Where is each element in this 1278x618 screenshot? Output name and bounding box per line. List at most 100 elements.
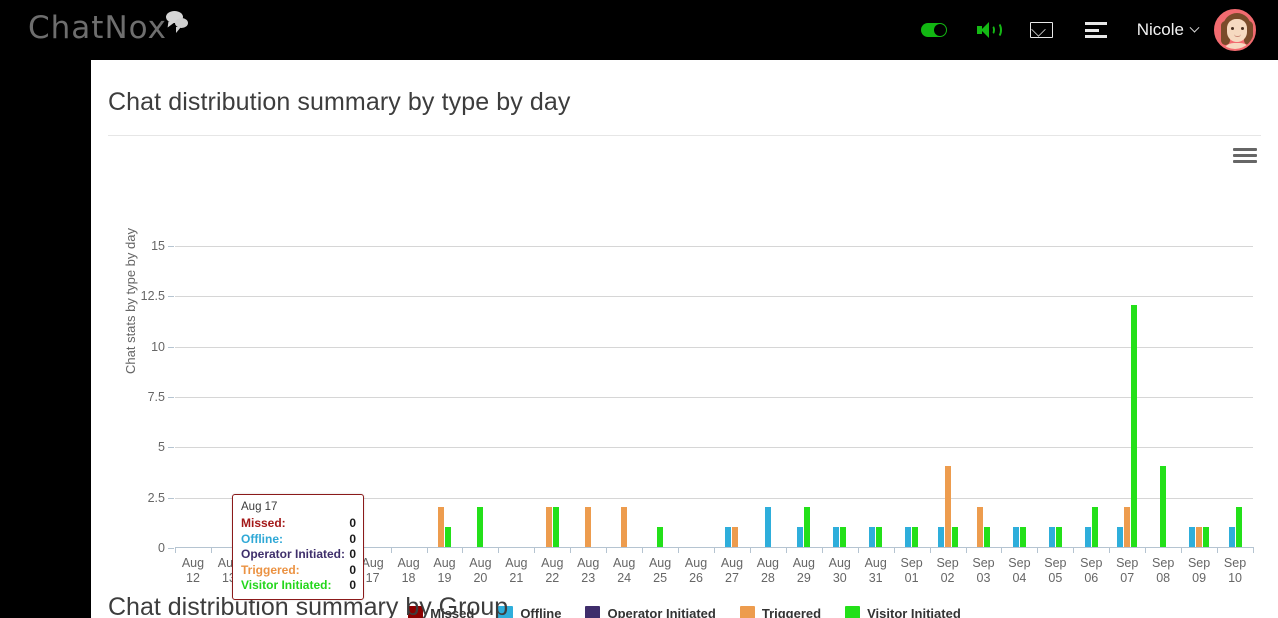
chart-bar[interactable] [983, 526, 990, 547]
chart-bar[interactable] [621, 506, 628, 547]
chart-column[interactable] [391, 246, 427, 547]
chart-bar[interactable] [1084, 526, 1091, 547]
tooltip-series-label: Visitor Initiated: [241, 578, 332, 593]
x-axis-tick-label: Sep 02 [936, 556, 958, 586]
x-axis-tick-label: Sep 07 [1116, 556, 1138, 586]
x-label-month: Aug [181, 556, 205, 570]
user-menu[interactable]: Nicole [1123, 20, 1206, 40]
chart-column[interactable] [822, 246, 858, 547]
chart-bar[interactable] [732, 526, 739, 547]
x-label-day: 21 [509, 571, 524, 585]
x-label-month: Aug [469, 556, 492, 570]
x-label-month: Aug [433, 556, 456, 570]
chart-bar[interactable] [1160, 466, 1167, 547]
chart-bar[interactable] [725, 526, 732, 547]
legend-item[interactable]: Operator Initiated [585, 606, 716, 618]
chart-bar[interactable] [1091, 506, 1098, 547]
brand-logo[interactable]: ChatNox [28, 8, 191, 52]
chart-bar[interactable] [1055, 526, 1062, 547]
chat-bubbles-icon [165, 10, 191, 40]
chart-bar[interactable] [869, 526, 876, 547]
chart-column[interactable] [1073, 246, 1109, 547]
chart-bar[interactable] [552, 506, 559, 547]
availability-toggle[interactable] [907, 0, 961, 60]
chart-bar[interactable] [944, 466, 951, 547]
chart-column[interactable] [1109, 246, 1145, 547]
chart-bar[interactable] [840, 526, 847, 547]
chart-column[interactable] [1217, 246, 1253, 547]
chart-bar[interactable] [1131, 305, 1138, 547]
chart-bar[interactable] [1019, 526, 1026, 547]
chart-bar[interactable] [1117, 526, 1124, 547]
tooltip-row: Missed: 0 [241, 516, 356, 531]
x-axis-tick [821, 547, 823, 553]
messages-button[interactable] [1015, 0, 1069, 60]
chart-column[interactable] [966, 246, 1002, 547]
chart-bar[interactable] [477, 506, 484, 547]
x-axis-tick-label: Sep 03 [972, 556, 994, 586]
chart-column[interactable] [1181, 246, 1217, 547]
chart-column[interactable] [175, 246, 211, 547]
tooltip-row: Visitor Initiated: 0 [241, 578, 356, 593]
x-axis-tick [749, 547, 751, 553]
x-axis-tick-label: Sep 05 [1044, 556, 1066, 586]
chart-bar[interactable] [1228, 526, 1235, 547]
chart-column[interactable] [714, 246, 750, 547]
chart-column[interactable] [1145, 246, 1181, 547]
chart-bar[interactable] [804, 506, 811, 547]
x-axis-tick-label: Aug 18 [397, 556, 419, 586]
x-axis-tick-label: Aug 21 [505, 556, 527, 586]
chart-bar[interactable] [1196, 526, 1203, 547]
chart-bar[interactable] [585, 506, 592, 547]
chart-bar[interactable] [912, 526, 919, 547]
chart-bar[interactable] [657, 526, 664, 547]
chart-bar[interactable] [764, 506, 771, 547]
chart-column[interactable] [606, 246, 642, 547]
x-axis-tick-label: Sep 10 [1224, 556, 1246, 586]
legend-label: Visitor Initiated [867, 606, 961, 618]
y-axis-tick-label: 7.5 [147, 390, 165, 404]
x-label-month: Sep [1044, 556, 1067, 570]
chart-column[interactable] [498, 246, 534, 547]
chart-bar[interactable] [1012, 526, 1019, 547]
x-axis-tick [857, 547, 859, 553]
chart-bar[interactable] [905, 526, 912, 547]
hamburger-menu-icon[interactable] [1232, 144, 1258, 166]
chart-bar[interactable] [976, 506, 983, 547]
chart-column[interactable] [858, 246, 894, 547]
chart-column[interactable] [894, 246, 930, 547]
chart-bar[interactable] [876, 526, 883, 547]
chart-column[interactable] [786, 246, 822, 547]
chart-bar[interactable] [1124, 506, 1131, 547]
chart-bar[interactable] [1189, 526, 1196, 547]
chart-column[interactable] [750, 246, 786, 547]
chart-column[interactable] [1037, 246, 1073, 547]
chart-column[interactable] [534, 246, 570, 547]
legend-item[interactable]: Triggered [739, 606, 821, 618]
legend-item[interactable]: Visitor Initiated [845, 606, 961, 618]
chart-bar[interactable] [437, 506, 444, 547]
chart-column[interactable] [570, 246, 606, 547]
y-axis-tick-label: 15 [151, 239, 165, 253]
activity-list-button[interactable] [1069, 0, 1123, 60]
avatar[interactable] [1214, 9, 1256, 51]
x-axis-tick [606, 547, 608, 553]
chart-bar[interactable] [1235, 506, 1242, 547]
top-navigation-bar: ChatNox Nicole [0, 0, 1278, 60]
chart-bar[interactable] [545, 506, 552, 547]
chart-bar[interactable] [797, 526, 804, 547]
chart-bar[interactable] [1203, 526, 1210, 547]
chart-bar[interactable] [937, 526, 944, 547]
chart-bar[interactable] [951, 526, 958, 547]
sound-button[interactable] [961, 0, 1015, 60]
chart-column[interactable] [427, 246, 463, 547]
chart-column[interactable] [642, 246, 678, 547]
chart-column[interactable] [678, 246, 714, 547]
chart-bar[interactable] [833, 526, 840, 547]
x-label-day: 05 [1048, 571, 1063, 585]
chart-column[interactable] [930, 246, 966, 547]
chart-bar[interactable] [444, 526, 451, 547]
chart-column[interactable] [462, 246, 498, 547]
chart-column[interactable] [1001, 246, 1037, 547]
chart-bar[interactable] [1048, 526, 1055, 547]
